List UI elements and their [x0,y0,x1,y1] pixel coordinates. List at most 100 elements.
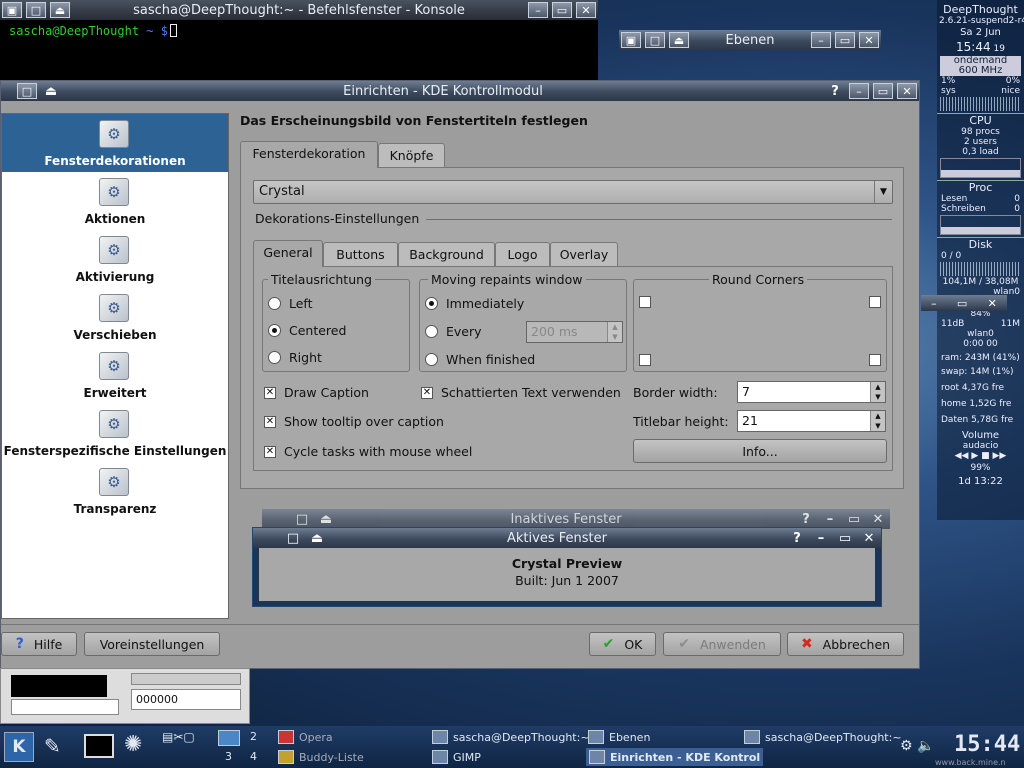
anwenden-button[interactable]: ✔ Anwenden [663,632,781,656]
task-ebenen[interactable]: Ebenen [588,730,650,744]
spin-arrows-icon[interactable]: ▲ ▼ [870,382,885,402]
task-gimp[interactable]: GIMP [432,750,481,764]
radio-immediately[interactable]: Immediately [425,296,524,311]
dialog-maximize-icon[interactable]: ▭ [873,83,893,99]
radio-when-finished[interactable]: When finished [425,352,535,367]
task-konsole[interactable]: sascha@DeepThought:~ [432,730,590,744]
task-konsole-2[interactable]: sascha@DeepThought:~ [744,730,902,744]
tab-general[interactable]: General [253,240,323,267]
sidebar-item-aktivierung[interactable]: ⚙ Aktivierung [2,230,228,288]
repaint-ms-value: 200 ms [531,324,578,339]
ok-button[interactable]: ✔ OK [589,632,656,656]
corner-bottom-right-checkbox[interactable] [869,354,881,366]
media-controls[interactable]: ◀◀ ▶ ■ ▶▶ [937,451,1024,461]
sidebar-item-verschieben[interactable]: ⚙ Verschieben [2,288,228,346]
tooltip-checkbox[interactable]: ✕ Show tooltip over caption [264,414,444,429]
sidebar-item-aktionen[interactable]: ⚙ Aktionen [2,172,228,230]
dialog-minimize-icon[interactable]: – [849,83,869,99]
tab-fensterdekoration[interactable]: Fensterdekoration [240,141,378,168]
desktop-2-pager[interactable]: 2 [250,730,257,743]
corner-top-right-checkbox[interactable] [869,296,881,308]
tray-icons[interactable]: ⚙ 🔈 [900,738,934,754]
border-width-label: Border width: [633,385,718,400]
konsole-sticky-icon[interactable]: □ [26,2,46,18]
tab-logo[interactable]: Logo [495,242,550,267]
shadow-text-checkbox[interactable]: ✕ Schattierten Text verwenden [421,385,621,400]
sidebar-item-fensterspezifisch[interactable]: ⚙ Fensterspezifische Einstellungen [2,404,228,462]
ebenen-shade-icon[interactable]: ⏏ [669,32,689,48]
color-hex-input[interactable]: 000000 [131,689,241,710]
radio-left[interactable]: Left [268,296,313,311]
konsole-shade-icon[interactable]: ⏏ [50,2,70,18]
radio-every[interactable]: Every [425,324,482,339]
spin-arrows-icon[interactable]: ▲ ▼ [607,322,622,342]
tab-buttons[interactable]: Buttons [323,242,398,267]
konsole-close-icon[interactable]: ✕ [576,2,596,18]
corner-top-left-checkbox[interactable] [639,296,651,308]
kde-menu-icon[interactable]: K [4,732,34,762]
spin-arrows-icon[interactable]: ▲ ▼ [870,411,885,431]
sysmon-mini-titlebar[interactable]: – ▭ ✕ [921,295,1007,311]
radio-dot [425,353,438,366]
taskbar-clock[interactable]: 15:44 [954,732,1020,757]
widget-button[interactable] [131,673,241,685]
tab-overlay[interactable]: Overlay [550,242,618,267]
dialog-titlebar[interactable]: □ ⏏ Einrichten - KDE Kontrollmodul ? – ▭… [1,81,919,101]
terminal-prompt[interactable]: sascha@DeepThought ~ $ [9,24,177,38]
quicklaunch-icons[interactable]: ▤✂▢ [162,730,195,744]
konqueror-launcher-icon[interactable]: ✺ [124,732,142,757]
desktop-3-pager[interactable]: 3 [225,750,232,763]
draw-caption-checkbox[interactable]: ✕ Draw Caption [264,385,369,400]
konsole-titlebar[interactable]: ▣ □ ⏏ sascha@DeepThought:~ - Befehlsfens… [0,0,598,20]
task-buddy[interactable]: Buddy-Liste [278,750,364,764]
dialog-close-icon[interactable]: ✕ [897,83,917,99]
abbrechen-button[interactable]: ✖ Abbrechen [787,632,904,656]
info-button[interactable]: Info... [633,439,887,463]
sidebar-label: Fensterdekorationen [44,154,186,168]
konsole-minimize-icon[interactable]: – [528,2,548,18]
border-width-input[interactable]: 7 ▲ ▼ [737,381,886,403]
voreinstellungen-button[interactable]: Voreinstellungen [84,632,220,656]
repaint-ms-input[interactable]: 200 ms ▲ ▼ [526,321,623,343]
cpu-pct2: 0% [1005,76,1020,86]
sidebar-item-erweitert[interactable]: ⚙ Erweitert [2,346,228,404]
ebenen-titlebar[interactable]: ▣ □ ⏏ Ebenen – ▭ ✕ [619,30,881,50]
ebenen-close-icon[interactable]: ✕ [859,32,879,48]
button-divider [1,624,919,625]
radio-right[interactable]: Right [268,350,322,365]
task-opera[interactable]: Opera [278,730,333,744]
task-kcontrol[interactable]: Einrichten - KDE Kontrol [586,748,764,766]
cycle-tasks-checkbox[interactable]: ✕ Cycle tasks with mouse wheel [264,444,472,459]
sidebar-item-transparenz[interactable]: ⚙ Transparenz [2,462,228,520]
hostname: DeepThought [943,4,1018,16]
sysmon-minimize-icon[interactable]: – [931,297,937,310]
desktop-4-pager[interactable]: 4 [250,750,257,763]
active-sticky-icon: □ [286,530,300,546]
ebenen-menu-icon[interactable]: ▣ [621,32,641,48]
color-swatch[interactable] [11,675,107,697]
tab-background[interactable]: Background [398,242,495,267]
sidebar-item-fensterdekorationen[interactable]: ⚙ Fensterdekorationen [2,114,228,172]
ebenen-minimize-icon[interactable]: – [811,32,831,48]
ebenen-maximize-icon[interactable]: ▭ [835,32,855,48]
dialog-shade-icon[interactable]: ⏏ [41,83,61,99]
dialog-help-icon[interactable]: ? [825,83,845,99]
page-title: Das Erscheinungsbild von Fenstertiteln f… [240,113,588,128]
decoration-select[interactable]: Crystal ▼ [253,180,893,204]
ebenen-sticky-icon[interactable]: □ [645,32,665,48]
dialog-sticky-icon[interactable]: □ [17,83,37,99]
sysmon-maximize-icon[interactable]: ▭ [957,297,967,310]
sysmon-close-icon[interactable]: ✕ [988,297,997,310]
corner-bottom-left-checkbox[interactable] [639,354,651,366]
konsole-maximize-icon[interactable]: ▭ [552,2,572,18]
tab-knoepfe[interactable]: Knöpfe [378,143,445,168]
titlebar-height-input[interactable]: 21 ▲ ▼ [737,410,886,432]
desktop-1-pager[interactable] [218,730,240,746]
editor-launcher-icon[interactable]: ✎ [44,734,61,758]
swatch-slider[interactable] [11,699,119,715]
radio-centered[interactable]: Centered [268,323,346,338]
hilfe-button[interactable]: ? Hilfe [1,632,77,656]
konsole-menu-icon[interactable]: ▣ [2,2,22,18]
time-row: 15:44 19 [937,40,1024,54]
terminal-launcher-icon[interactable] [84,734,114,758]
